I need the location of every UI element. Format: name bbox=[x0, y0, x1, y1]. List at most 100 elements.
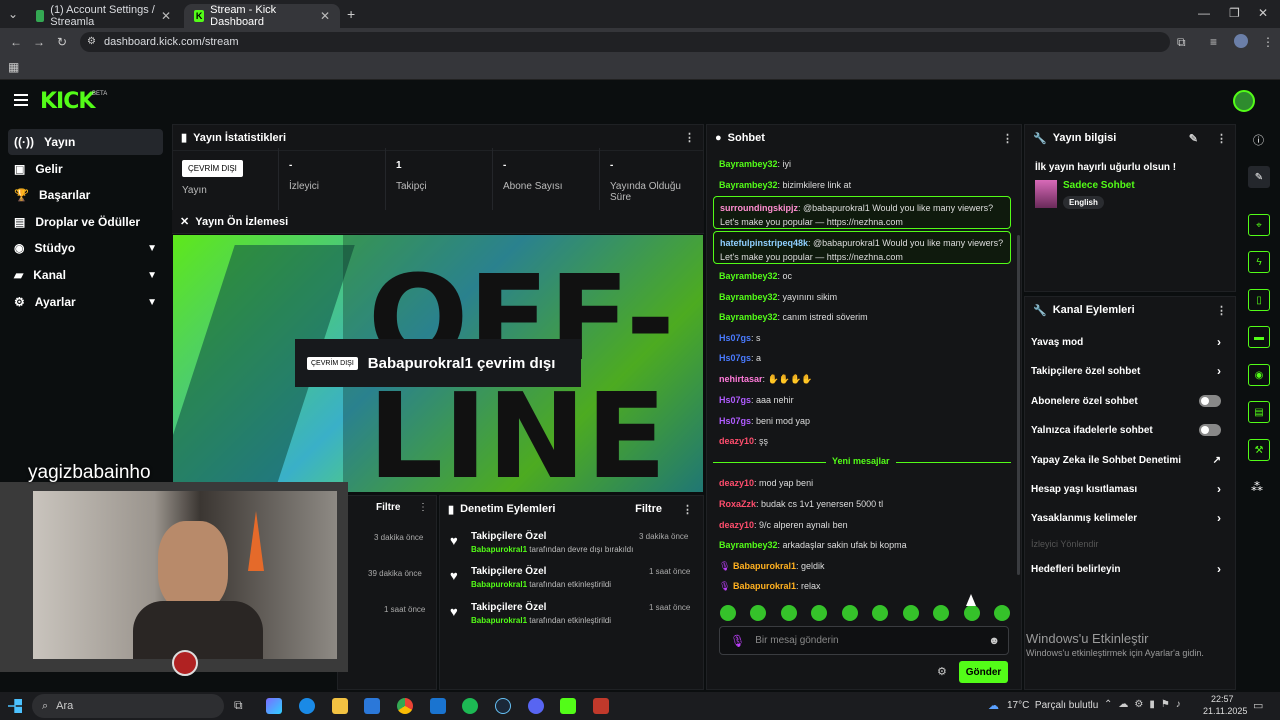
chat-username[interactable]: Bayrambey32 bbox=[719, 312, 778, 322]
minimize-icon[interactable]: — bbox=[1198, 6, 1210, 20]
discord-icon[interactable] bbox=[528, 698, 544, 714]
file-explorer-icon[interactable] bbox=[332, 698, 348, 714]
windows-start-icon[interactable] bbox=[8, 699, 22, 713]
reload-icon[interactable]: ↻ bbox=[57, 35, 67, 49]
menu-icon[interactable]: ⋮ bbox=[1262, 35, 1274, 49]
kick-logo[interactable]: KICK bbox=[40, 89, 95, 114]
kick-app-icon[interactable] bbox=[560, 698, 576, 714]
emote-icon[interactable] bbox=[902, 605, 919, 621]
new-messages-label[interactable]: Yeni mesajlar bbox=[826, 456, 896, 466]
chrome-icon[interactable] bbox=[397, 698, 413, 714]
more-icon[interactable]: ⋮ bbox=[1216, 304, 1227, 317]
task-view-icon[interactable]: ⧉ bbox=[234, 698, 243, 713]
bolt-icon[interactable]: ϟ bbox=[1248, 251, 1270, 273]
edit-icon[interactable]: ✎ bbox=[1189, 132, 1198, 145]
action-set-goals[interactable]: Hedefleri belirleyin › bbox=[1031, 559, 1231, 579]
chat-username[interactable]: Bayrambey32 bbox=[719, 271, 778, 281]
action-followers-only[interactable]: Takipçilere özel sohbet › bbox=[1031, 361, 1231, 381]
chat-bubble-icon[interactable]: ▬ bbox=[1248, 326, 1270, 348]
action-account-age[interactable]: Hesap yaşı kısıtlaması › bbox=[1031, 479, 1231, 499]
emote-icon[interactable] bbox=[872, 605, 889, 621]
action-banned-words[interactable]: Yasaklanmış kelimeler › bbox=[1031, 508, 1231, 528]
chat-input[interactable]: 🎙 Bir mesaj gönderin ☻ bbox=[719, 626, 1009, 655]
apps-grid-icon[interactable]: ▦ bbox=[8, 60, 19, 74]
chat-username[interactable]: deazy10 bbox=[719, 436, 754, 446]
apps-icon[interactable]: ⁂ bbox=[1251, 480, 1263, 494]
sidebar-item-droplar[interactable]: ▤ Droplar ve Ödüller bbox=[8, 209, 163, 235]
emote-icon[interactable] bbox=[993, 605, 1010, 621]
action-ai-moderation[interactable]: Yapay Zeka ile Sohbet Denetimi ↗ bbox=[1031, 450, 1231, 470]
send-button[interactable]: Gönder bbox=[959, 661, 1008, 683]
close-icon[interactable]: ✕ bbox=[161, 9, 171, 23]
chat-scrollbar[interactable] bbox=[1017, 235, 1020, 575]
forward-icon[interactable]: → bbox=[33, 35, 45, 49]
spotify-icon[interactable] bbox=[462, 698, 478, 714]
clock-time[interactable]: 22:57 bbox=[1211, 694, 1234, 704]
taskbar-search[interactable]: ⌕ Ara bbox=[32, 694, 224, 718]
steam-icon[interactable] bbox=[495, 698, 511, 714]
more-icon[interactable]: ⋮ bbox=[1002, 132, 1013, 145]
filter-button[interactable]: Filtre bbox=[376, 502, 400, 513]
close-icon[interactable]: ✕ bbox=[320, 9, 330, 23]
weather-text[interactable]: 17°C Parçalı bulutlu bbox=[1007, 700, 1098, 711]
chat-username[interactable]: Bayrambey32 bbox=[719, 292, 778, 302]
chat-settings-icon[interactable]: ⚙ bbox=[937, 665, 947, 678]
emote-icon[interactable] bbox=[963, 605, 980, 621]
emote-icon[interactable] bbox=[811, 605, 828, 621]
language-tag[interactable]: English bbox=[1063, 196, 1104, 209]
media-icon[interactable]: ≡ bbox=[1210, 35, 1217, 49]
chat-username[interactable]: surroundingskipjz bbox=[720, 203, 798, 213]
chat-username[interactable]: Hs07gs bbox=[719, 416, 751, 426]
file-icon[interactable]: ▯ bbox=[1248, 289, 1270, 311]
info-icon[interactable]: ⓘ bbox=[1253, 132, 1264, 148]
category-thumbnail[interactable] bbox=[1035, 180, 1057, 208]
user-avatar[interactable] bbox=[1233, 90, 1255, 112]
filter-button[interactable]: Filtre bbox=[635, 503, 662, 515]
moderation-user[interactable]: Babapurokral1 bbox=[471, 545, 527, 554]
sidebar-item-basarilar[interactable]: 🏆 Başarılar bbox=[8, 182, 163, 208]
back-icon[interactable]: ← bbox=[10, 35, 22, 49]
edit-tool-icon[interactable]: ✎ bbox=[1248, 166, 1270, 188]
chat-username[interactable]: deazy10 bbox=[719, 520, 754, 530]
outlook-icon[interactable] bbox=[430, 698, 446, 714]
action-slow-mode[interactable]: Yavaş mod › bbox=[1031, 332, 1231, 352]
sidebar-item-yayin[interactable]: ((·)) Yayın bbox=[8, 129, 163, 155]
emote-icon[interactable] bbox=[750, 605, 767, 621]
store-icon[interactable] bbox=[364, 698, 380, 714]
chat-username[interactable]: RoxaZzk bbox=[719, 499, 756, 509]
chat-username[interactable]: Bayrambey32 bbox=[719, 180, 778, 190]
wrench-icon[interactable]: ⚒ bbox=[1248, 439, 1270, 461]
window-close-icon[interactable]: ✕ bbox=[1258, 6, 1268, 20]
chat-username[interactable]: Bayrambey32 bbox=[719, 540, 778, 550]
more-icon[interactable]: ⋮ bbox=[684, 131, 695, 144]
chat-username[interactable]: Babapurokral1 bbox=[733, 581, 796, 591]
layout-icon[interactable]: ▤ bbox=[1248, 401, 1270, 423]
chat-username[interactable]: hatefulpinstripeq48k bbox=[720, 238, 808, 248]
chat-username[interactable]: Hs07gs bbox=[719, 333, 751, 343]
emote-icon[interactable] bbox=[841, 605, 858, 621]
emotes-only-toggle[interactable] bbox=[1199, 424, 1221, 436]
sidebar-item-ayarlar[interactable]: ⚙ Ayarlar ▼ bbox=[8, 289, 163, 315]
app-icon[interactable] bbox=[593, 698, 609, 714]
url-field[interactable]: ⚙ dashboard.kick.com/stream bbox=[80, 32, 1170, 52]
tab-search-icon[interactable]: ⌄ bbox=[8, 7, 18, 21]
more-icon[interactable]: ⋮ bbox=[682, 503, 693, 516]
moderation-user[interactable]: Babapurokral1 bbox=[471, 616, 527, 625]
maximize-icon[interactable]: ❐ bbox=[1229, 6, 1240, 20]
profile-avatar[interactable] bbox=[1234, 34, 1248, 48]
chat-username[interactable]: nehirtasar bbox=[719, 374, 763, 384]
tab-kick-dashboard[interactable]: K Stream - Kick Dashboard ✕ bbox=[184, 4, 340, 28]
broadcast-icon[interactable]: ◉ bbox=[1248, 364, 1270, 386]
edge-icon[interactable] bbox=[299, 698, 315, 714]
more-icon[interactable]: ⋮ bbox=[418, 502, 428, 513]
tray-icons[interactable]: ⌃☁⚙▮⚑♪ bbox=[1104, 699, 1187, 710]
chat-username[interactable]: deazy10 bbox=[719, 478, 754, 488]
copilot-icon[interactable] bbox=[266, 698, 282, 714]
chat-username[interactable]: Babapurokral1 bbox=[733, 561, 796, 571]
sidebar-item-kanal[interactable]: ▰ Kanal ▼ bbox=[8, 262, 163, 288]
chat-username[interactable]: Hs07gs bbox=[719, 395, 751, 405]
hamburger-menu-icon[interactable] bbox=[14, 94, 28, 106]
more-icon[interactable]: ⋮ bbox=[1216, 132, 1227, 145]
site-info-icon[interactable]: ⚙ bbox=[87, 36, 96, 47]
chat-username[interactable]: Bayrambey32 bbox=[719, 159, 778, 169]
